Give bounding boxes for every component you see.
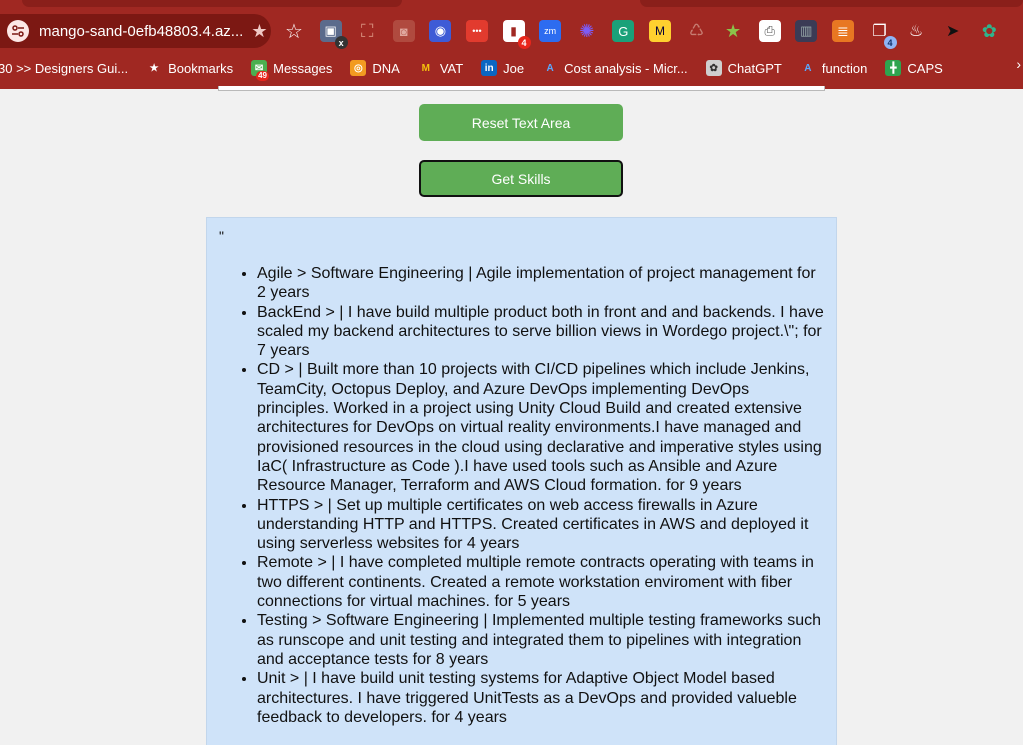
extension-badge: 4	[883, 36, 897, 49]
bookmark-label: 30 >> Designers Gui...	[0, 60, 129, 76]
skills-list: Agile > Software Engineering | Agile imp…	[219, 264, 824, 727]
green-star-icon[interactable]: ★	[722, 20, 744, 42]
messages-icon: ✉ 49	[251, 60, 270, 81]
bookmark-item[interactable]: M VAT	[418, 60, 464, 76]
copilot-icon[interactable]: ◉	[429, 20, 452, 42]
toolbar: mango-sand-0efb48803.4.az... ★ ☆ ▣ x ⛶ ◙ ◉ •••…	[0, 10, 1023, 52]
dna-icon: ◎	[350, 60, 367, 76]
background-tab[interactable]	[640, 0, 1023, 7]
gmail-icon: M	[421, 62, 430, 74]
linkedin-icon: in	[481, 60, 498, 76]
steam-icon[interactable]: ♨	[905, 20, 927, 42]
star-icon: ★	[149, 62, 159, 74]
film-icon[interactable]: ▥	[795, 20, 818, 42]
skill-item: BackEnd > | I have build multiple produc…	[257, 303, 824, 361]
skill-item: Unit > | I have build unit testing syste…	[257, 669, 824, 727]
miro-icon[interactable]: M	[648, 20, 671, 42]
zoom-icon[interactable]: zm	[539, 20, 562, 42]
bookmark-label: Messages	[273, 60, 333, 76]
bookmark-item[interactable]: ★ Bookmarks	[146, 60, 234, 76]
purple-gear-icon[interactable]: ✺	[576, 20, 598, 42]
input-text-area[interactable]	[218, 86, 825, 91]
url-text[interactable]: mango-sand-0efb48803.4.az...	[39, 23, 243, 40]
printer-icon[interactable]: ⎙	[758, 20, 781, 42]
bookmark-badge: 49	[256, 71, 270, 81]
layers-icon[interactable]: ≣	[831, 20, 854, 42]
result-leading-text: "	[219, 228, 224, 244]
bookmarks-bar: 30 >> Designers Gui... ★ Bookmarks ✉ 49 Messa…	[0, 56, 1023, 81]
grammarly-icon[interactable]: G	[612, 20, 635, 42]
skill-item: Agile > Software Engineering | Agile imp…	[257, 264, 824, 303]
bookmark-star-icon[interactable]: ★	[251, 21, 267, 42]
skill-item: HTTPS > | Set up multiple certificates o…	[257, 496, 824, 554]
recycle-icon[interactable]: ♺	[686, 20, 708, 42]
get-skills-button[interactable]: Get Skills	[419, 160, 623, 197]
bookmark-item[interactable]: Afunction	[800, 60, 868, 76]
bookmark-label: Cost analysis - Micr...	[564, 60, 688, 76]
site-settings-icon[interactable]	[7, 20, 29, 42]
camera-icon[interactable]: ◙	[392, 20, 415, 42]
reset-text-area-button[interactable]: Reset Text Area	[419, 104, 623, 141]
bookmark-label: Joe	[503, 60, 525, 76]
bookmarks-overflow-icon[interactable]: ›	[1016, 56, 1021, 72]
capture-frame-icon[interactable]: ⛶	[356, 20, 378, 42]
tab-counter-icon[interactable]: ❐ 4	[869, 20, 897, 49]
bookmark-item[interactable]: ✉ 49 Messages	[251, 60, 333, 81]
bookmark-label: function	[821, 60, 868, 76]
skill-item: CD > | Built more than 10 projects with …	[257, 360, 824, 495]
bookmark-label: VAT	[439, 60, 464, 76]
openai-icon[interactable]: ✿	[978, 20, 1000, 42]
extension-badge: 4	[517, 36, 531, 49]
screenshot-tool-icon[interactable]: ▣ x	[319, 20, 348, 49]
cursor-icon[interactable]: ➤	[942, 20, 964, 42]
skills-result-panel: " Agile > Software Engineering | Agile i…	[206, 217, 837, 745]
extension-badge: x	[334, 36, 348, 49]
chatgpt-icon: ✿	[705, 60, 722, 76]
notification-extension-icon[interactable]: ▮ 4	[502, 20, 531, 49]
azure-icon: A	[546, 62, 554, 74]
azure-icon: A	[804, 62, 812, 74]
skill-item: Remote > | I have completed multiple rem…	[257, 553, 824, 611]
bookmark-item[interactable]: ╋ CAPS	[885, 60, 943, 76]
skill-item: Testing > Software Engineering | Impleme…	[257, 611, 824, 669]
bookmark-label: ChatGPT	[727, 60, 782, 76]
active-tab[interactable]	[22, 0, 402, 7]
extensions-bar: ☆ ▣ x ⛶ ◙ ◉ ••• ▮ 4 zm ✺ G M ♺ ★ ⎙ ▥ ≣ ❐ 4 ♨ ➤ ✿	[283, 19, 1015, 49]
bookmark-label: DNA	[372, 60, 400, 76]
star-outline-icon[interactable]: ☆	[283, 20, 305, 43]
bookmark-label: CAPS	[907, 60, 943, 76]
address-bar[interactable]: mango-sand-0efb48803.4.az... ★	[0, 14, 271, 48]
browser-chrome: mango-sand-0efb48803.4.az... ★ ☆ ▣ x ⛶ ◙ ◉ •••…	[0, 0, 1023, 89]
caps-icon: ╋	[885, 60, 902, 76]
tab-strip	[0, 0, 1023, 8]
bookmark-item[interactable]: ✿ ChatGPT	[705, 60, 782, 76]
bookmark-item[interactable]: ◎ DNA	[350, 60, 400, 76]
bookmark-label: Bookmarks	[168, 60, 234, 76]
bookmark-item[interactable]: in Joe	[481, 60, 524, 76]
bookmark-item[interactable]: A Cost analysis - Micr...	[542, 60, 688, 76]
dots-extension-icon[interactable]: •••	[465, 20, 488, 42]
bookmark-item[interactable]: 30 >> Designers Gui...	[0, 61, 128, 76]
